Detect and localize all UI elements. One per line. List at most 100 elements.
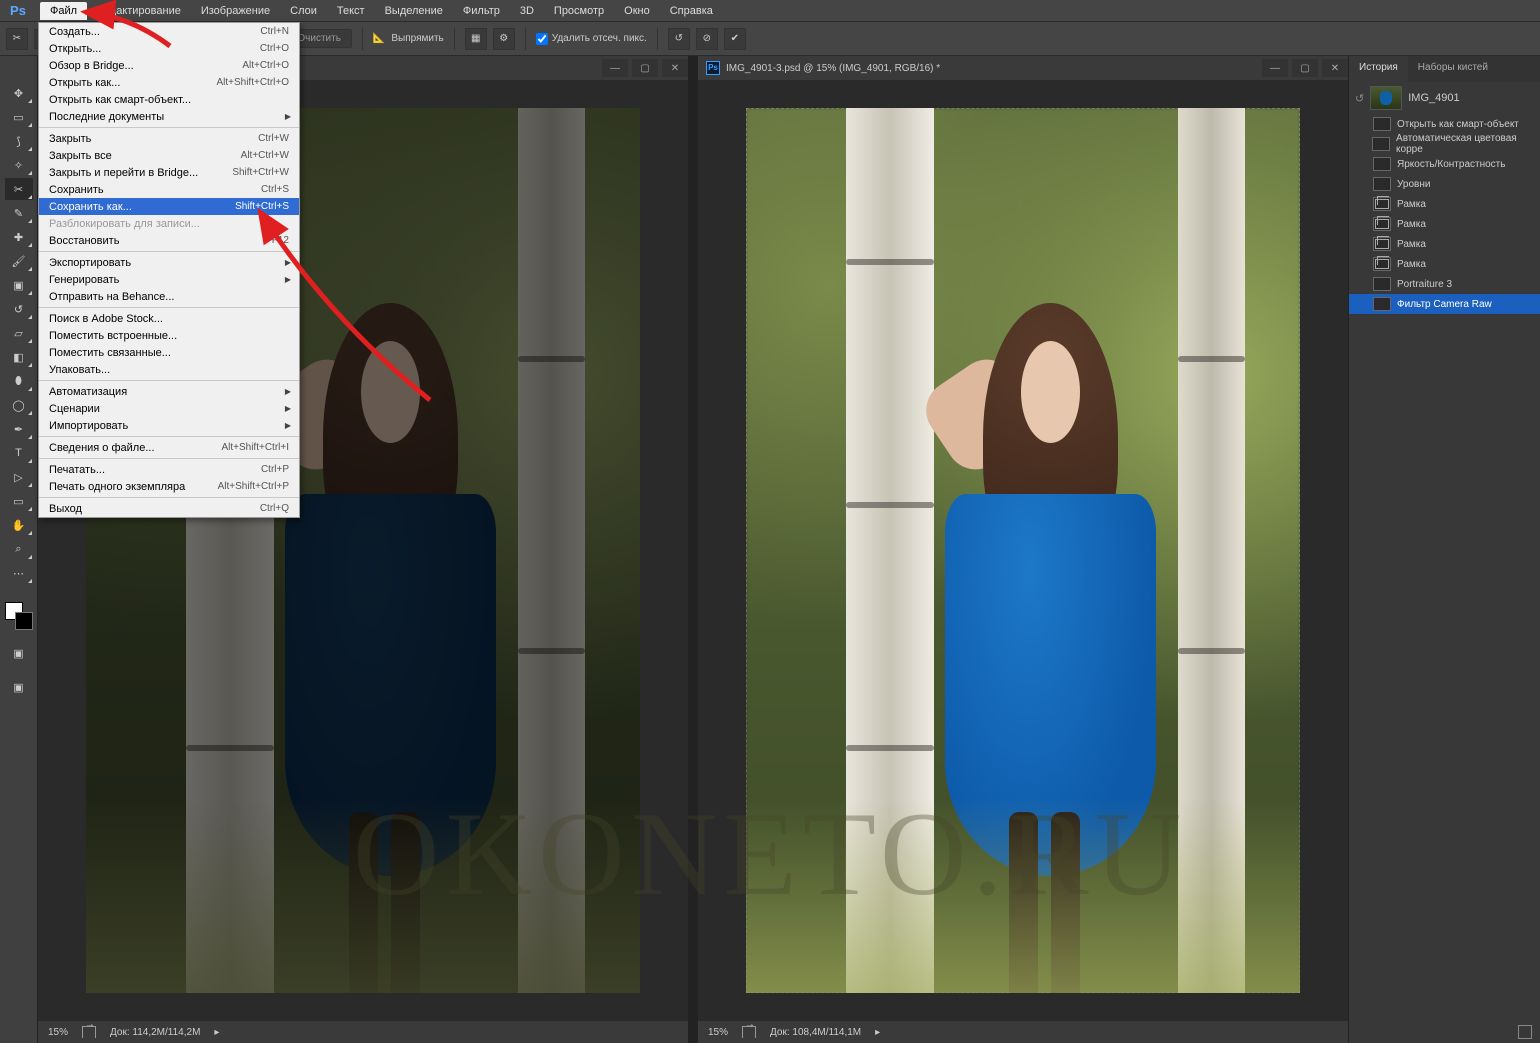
menu-item[interactable]: Сведения о файле...Alt+Shift+Ctrl+I <box>39 439 299 456</box>
healing-brush-tool[interactable]: ✚ <box>5 226 33 248</box>
history-step[interactable]: Рамка <box>1349 214 1540 234</box>
menu-текст[interactable]: Текст <box>327 2 375 20</box>
history-step[interactable]: Рамка <box>1349 194 1540 214</box>
type-tool[interactable]: T <box>5 442 33 464</box>
menu-item[interactable]: Открыть...Ctrl+O <box>39 40 299 57</box>
menu-item[interactable]: Поместить встроенные... <box>39 327 299 344</box>
menu-выделение[interactable]: Выделение <box>375 2 453 20</box>
menu-item[interactable]: Экспортировать <box>39 254 299 271</box>
eraser-tool[interactable]: ▱ <box>5 322 33 344</box>
crop-options-icon[interactable]: ⚙ <box>493 28 515 50</box>
minimize-button[interactable]: — <box>1262 59 1288 77</box>
menu-item[interactable]: Сохранить как...Shift+Ctrl+S <box>39 198 299 215</box>
menu-item[interactable]: Закрыть и перейти в Bridge...Shift+Ctrl+… <box>39 164 299 181</box>
menu-item[interactable]: ВосстановитьF12 <box>39 232 299 249</box>
move-tool[interactable]: ✥ <box>5 82 33 104</box>
cancel-crop-icon[interactable]: ⊘ <box>696 28 718 50</box>
maximize-button[interactable]: ▢ <box>632 59 658 77</box>
close-button[interactable]: ✕ <box>662 59 688 77</box>
close-button[interactable]: ✕ <box>1322 59 1348 77</box>
menu-item[interactable]: ВыходCtrl+Q <box>39 500 299 517</box>
share-icon[interactable] <box>742 1026 756 1038</box>
menu-файл[interactable]: Файл <box>40 2 87 20</box>
zoom-level[interactable]: 15% <box>708 1027 728 1038</box>
history-step[interactable]: Portraiture 3 <box>1349 274 1540 294</box>
menu-item[interactable]: Упаковать... <box>39 361 299 378</box>
menu-item[interactable]: ЗакрытьCtrl+W <box>39 130 299 147</box>
menu-справка[interactable]: Справка <box>660 2 723 20</box>
menu-item[interactable]: Сценарии <box>39 400 299 417</box>
history-step[interactable]: Фильтр Camera Raw <box>1349 294 1540 314</box>
menu-item[interactable]: Печатать...Ctrl+P <box>39 461 299 478</box>
screen-mode-icon[interactable]: ▣ <box>5 676 33 698</box>
menu-item[interactable]: Открыть как...Alt+Shift+Ctrl+O <box>39 74 299 91</box>
gradient-tool[interactable]: ◧ <box>5 346 33 368</box>
lasso-tool[interactable]: ⟆ <box>5 130 33 152</box>
trash-icon[interactable] <box>1518 1025 1532 1039</box>
straighten-icon[interactable]: 📐 <box>373 33 385 44</box>
zoom-level[interactable]: 15% <box>48 1027 68 1038</box>
chevron-right-icon[interactable]: ▸ <box>875 1027 880 1038</box>
menu-3d[interactable]: 3D <box>510 2 544 20</box>
color-swatches[interactable] <box>5 602 33 630</box>
menu-редактирование[interactable]: Редактирование <box>87 2 191 20</box>
dodge-tool[interactable]: ◯ <box>5 394 33 416</box>
grid-overlay-icon[interactable]: ▦ <box>465 28 487 50</box>
history-step[interactable]: Автоматическая цветовая корре <box>1349 134 1540 154</box>
menu-item[interactable]: Поиск в Adobe Stock... <box>39 310 299 327</box>
maximize-button[interactable]: ▢ <box>1292 59 1318 77</box>
brush-tool[interactable]: 🖌 <box>5 250 33 272</box>
menu-просмотр[interactable]: Просмотр <box>544 2 614 20</box>
menu-item[interactable]: Открыть как смарт-объект... <box>39 91 299 108</box>
delete-cropped-checkbox[interactable]: Удалить отсеч. пикс. <box>536 33 647 45</box>
history-snapshot-row[interactable]: ↺ IMG_4901 <box>1349 82 1540 114</box>
menu-item[interactable]: Создать...Ctrl+N <box>39 23 299 40</box>
reset-crop-icon[interactable]: ↺ <box>668 28 690 50</box>
crop-tool[interactable]: ✂ <box>5 178 33 200</box>
menu-окно[interactable]: Окно <box>614 2 660 20</box>
menu-item[interactable]: Закрыть всеAlt+Ctrl+W <box>39 147 299 164</box>
history-step[interactable]: Яркость/Контрастность <box>1349 154 1540 174</box>
tab-brush-sets[interactable]: Наборы кистей <box>1408 56 1498 82</box>
menu-item-label: Разблокировать для записи... <box>49 218 289 230</box>
history-step[interactable]: Рамка <box>1349 234 1540 254</box>
tab-history[interactable]: История <box>1349 56 1408 82</box>
menu-item[interactable]: Автоматизация <box>39 383 299 400</box>
history-step[interactable]: Открыть как смарт-объект <box>1349 114 1540 134</box>
menu-item[interactable]: Импортировать <box>39 417 299 434</box>
history-brush-tool[interactable]: ↺ <box>5 298 33 320</box>
magic-wand-tool[interactable]: ✧ <box>5 154 33 176</box>
menu-item[interactable]: СохранитьCtrl+S <box>39 181 299 198</box>
menu-слои[interactable]: Слои <box>280 2 327 20</box>
menu-item-shortcut: Alt+Shift+Ctrl+I <box>221 442 289 453</box>
minimize-button[interactable]: — <box>602 59 628 77</box>
quick-mask-icon[interactable]: ▣ <box>5 642 33 664</box>
menu-изображение[interactable]: Изображение <box>191 2 280 20</box>
menu-item[interactable]: Генерировать <box>39 271 299 288</box>
eyedropper-tool[interactable]: ✎ <box>5 202 33 224</box>
more-tools[interactable]: ⋯ <box>5 562 33 584</box>
history-step[interactable]: Рамка <box>1349 254 1540 274</box>
menu-item[interactable]: Поместить связанные... <box>39 344 299 361</box>
menu-item[interactable]: Обзор в Bridge...Alt+Ctrl+O <box>39 57 299 74</box>
menu-item[interactable]: Отправить на Behance... <box>39 288 299 305</box>
canvas[interactable] <box>698 80 1348 1021</box>
status-bar: 15% Док: 108,4M/114,1M ▸ <box>698 1021 1348 1043</box>
blur-tool[interactable]: ⬮ <box>5 370 33 392</box>
rectangle-tool[interactable]: ▭ <box>5 490 33 512</box>
menu-фильтр[interactable]: Фильтр <box>453 2 510 20</box>
commit-crop-icon[interactable]: ✔ <box>724 28 746 50</box>
menu-item[interactable]: Печать одного экземпляраAlt+Shift+Ctrl+P <box>39 478 299 495</box>
pen-tool[interactable]: ✒ <box>5 418 33 440</box>
hand-tool[interactable]: ✋ <box>5 514 33 536</box>
chevron-right-icon[interactable]: ▸ <box>214 1027 219 1038</box>
right-panel: История Наборы кистей ↺ IMG_4901 Открыть… <box>1348 56 1540 1043</box>
share-icon[interactable] <box>82 1026 96 1038</box>
zoom-tool[interactable]: ⌕ <box>5 538 33 560</box>
clone-stamp-tool[interactable]: ▣ <box>5 274 33 296</box>
menu-item[interactable]: Последние документы <box>39 108 299 125</box>
crop-tool-icon[interactable]: ✂ <box>6 28 28 50</box>
history-step[interactable]: Уровни <box>1349 174 1540 194</box>
marquee-tool[interactable]: ▭ <box>5 106 33 128</box>
path-selection-tool[interactable]: ▷ <box>5 466 33 488</box>
